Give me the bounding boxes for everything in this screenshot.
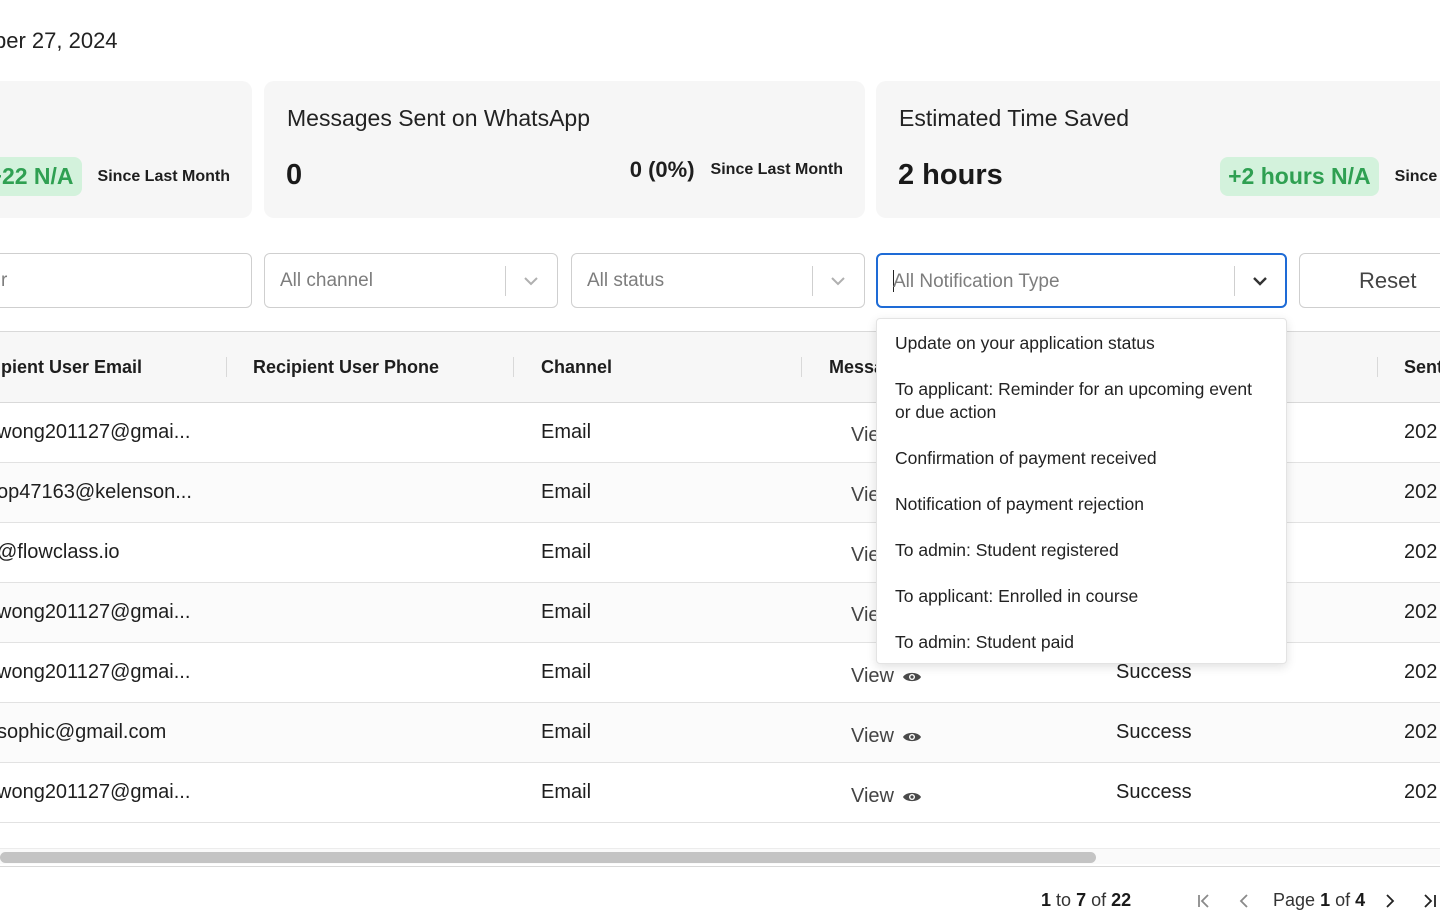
column-divider[interactable] (801, 357, 802, 377)
cell-channel: Email (541, 781, 592, 803)
dropdown-option[interactable]: Update on your application status (877, 329, 1286, 358)
cell-status: Success (1116, 661, 1192, 683)
select-divider (812, 266, 813, 296)
cell-channel: Email (541, 721, 592, 743)
column-divider[interactable] (1377, 357, 1378, 377)
cell-email: wong201127@gmai... (0, 781, 191, 803)
dropdown-option[interactable]: To admin: Student registered (877, 536, 1286, 565)
card-value: 0 (286, 159, 303, 191)
cell-channel: Email (541, 421, 592, 443)
status-select[interactable]: All status (571, 253, 865, 308)
since-label: Since Last Month (97, 167, 230, 185)
since-label: Since Last Month (710, 161, 843, 178)
view-message-link[interactable]: View (851, 665, 922, 688)
notification-type-placeholder: All Notification Type (893, 271, 1060, 292)
delta-badge: +2 hours N/A (1220, 157, 1379, 196)
cell-channel: Email (541, 661, 592, 683)
cell-channel: Email (541, 481, 592, 503)
horizontal-scrollbar-thumb[interactable] (0, 852, 1096, 863)
cell-channel: Email (541, 541, 592, 563)
cell-email: wong201127@gmai... (0, 601, 191, 623)
eye-icon (903, 672, 921, 681)
card-title: Estimated Time Saved (899, 105, 1130, 131)
eye-icon (903, 732, 921, 741)
column-header-email[interactable]: ipient User Email (0, 357, 142, 378)
search-placeholder: r (1, 270, 8, 291)
search-input[interactable]: r (0, 253, 252, 308)
chevron-down-icon[interactable] (828, 271, 848, 291)
card-value: 2 hours (898, 159, 1003, 191)
stat-card-time-saved: Estimated Time Saved 2 hours +2 hours N/… (876, 81, 1440, 218)
notification-type-dropdown: Update on your application status To app… (876, 318, 1287, 664)
view-label: View (851, 665, 894, 687)
cell-sent: 202 (1404, 421, 1438, 443)
reset-button[interactable]: Reset (1299, 253, 1440, 308)
column-divider[interactable] (513, 357, 514, 377)
cell-status: Success (1116, 721, 1192, 743)
dropdown-option[interactable]: To applicant: Enrolled in course (877, 582, 1286, 611)
cell-email: op47163@kelenson... (0, 481, 192, 503)
view-message-link[interactable]: View (851, 785, 922, 808)
notification-type-select[interactable]: All Notification Type (876, 253, 1287, 308)
view-label: View (851, 785, 894, 807)
since-label: Since Last Mon (1394, 167, 1440, 185)
cell-sent: 202 (1404, 661, 1438, 683)
column-header-phone[interactable]: Recipient User Phone (253, 357, 439, 378)
dropdown-option[interactable]: Notification of payment rejection (877, 490, 1286, 519)
channel-placeholder: All channel (280, 270, 373, 291)
next-page-icon[interactable] (1381, 892, 1399, 910)
divider (0, 866, 1440, 867)
view-label: View (851, 725, 894, 747)
stat-card-1-trend: +22 N/A Since Last Month (0, 157, 230, 196)
cell-email: sophic@gmail.com (0, 721, 167, 743)
status-placeholder: All status (587, 270, 665, 291)
page-indicator: Page 1 of 4 (1273, 890, 1366, 910)
cell-sent: 202 (1404, 481, 1438, 503)
dropdown-option[interactable]: Confirmation of payment received (877, 444, 1286, 473)
cell-email: wong201127@gmai... (0, 421, 191, 443)
column-header-channel[interactable]: Channel (541, 357, 612, 378)
cell-sent: 202 (1404, 721, 1438, 743)
chevron-down-icon[interactable] (1250, 271, 1270, 291)
table-row[interactable]: wong201127@gmai... Email View Success 20… (0, 763, 1440, 823)
cell-status: Success (1116, 781, 1192, 803)
previous-page-icon[interactable] (1235, 892, 1253, 910)
column-divider[interactable] (226, 357, 227, 377)
card-trend: 0 (0%) Since Last Month (630, 157, 843, 183)
channel-select[interactable]: All channel (264, 253, 558, 308)
dropdown-option[interactable]: To applicant: Reminder for an upcoming e… (877, 375, 1286, 427)
dropdown-option[interactable]: To admin: Student paid (877, 628, 1286, 657)
stat-card-1: +22 N/A Since Last Month (0, 81, 252, 218)
delta-badge: +22 N/A (0, 157, 82, 196)
cell-email: @flowclass.io (0, 541, 120, 563)
cell-sent: 202 (1404, 781, 1438, 803)
last-page-icon[interactable] (1420, 892, 1438, 910)
report-date: ber 27, 2024 (0, 28, 118, 53)
delta-value: 0 (0%) (629, 157, 695, 182)
select-divider (505, 266, 506, 296)
select-divider (1234, 266, 1235, 296)
table-row[interactable]: sophic@gmail.com Email View Success 202 (0, 703, 1440, 763)
cell-email: wong201127@gmai... (0, 661, 191, 683)
eye-icon (903, 792, 921, 801)
card-trend: +2 hours N/A Since Last Mon (1220, 157, 1440, 196)
cell-channel: Email (541, 601, 592, 623)
stat-card-whatsapp: Messages Sent on WhatsApp 0 0 (0%) Since… (264, 81, 865, 218)
chevron-down-icon[interactable] (521, 271, 541, 291)
card-title: Messages Sent on WhatsApp (287, 105, 590, 131)
first-page-icon[interactable] (1195, 892, 1213, 910)
cell-sent: 202 (1404, 601, 1438, 623)
column-header-sent[interactable]: Sent (1404, 357, 1440, 378)
cell-sent: 202 (1404, 541, 1438, 563)
pagination-summary: 1 to 7 of 22 (1041, 890, 1132, 910)
view-message-link[interactable]: View (851, 725, 922, 748)
